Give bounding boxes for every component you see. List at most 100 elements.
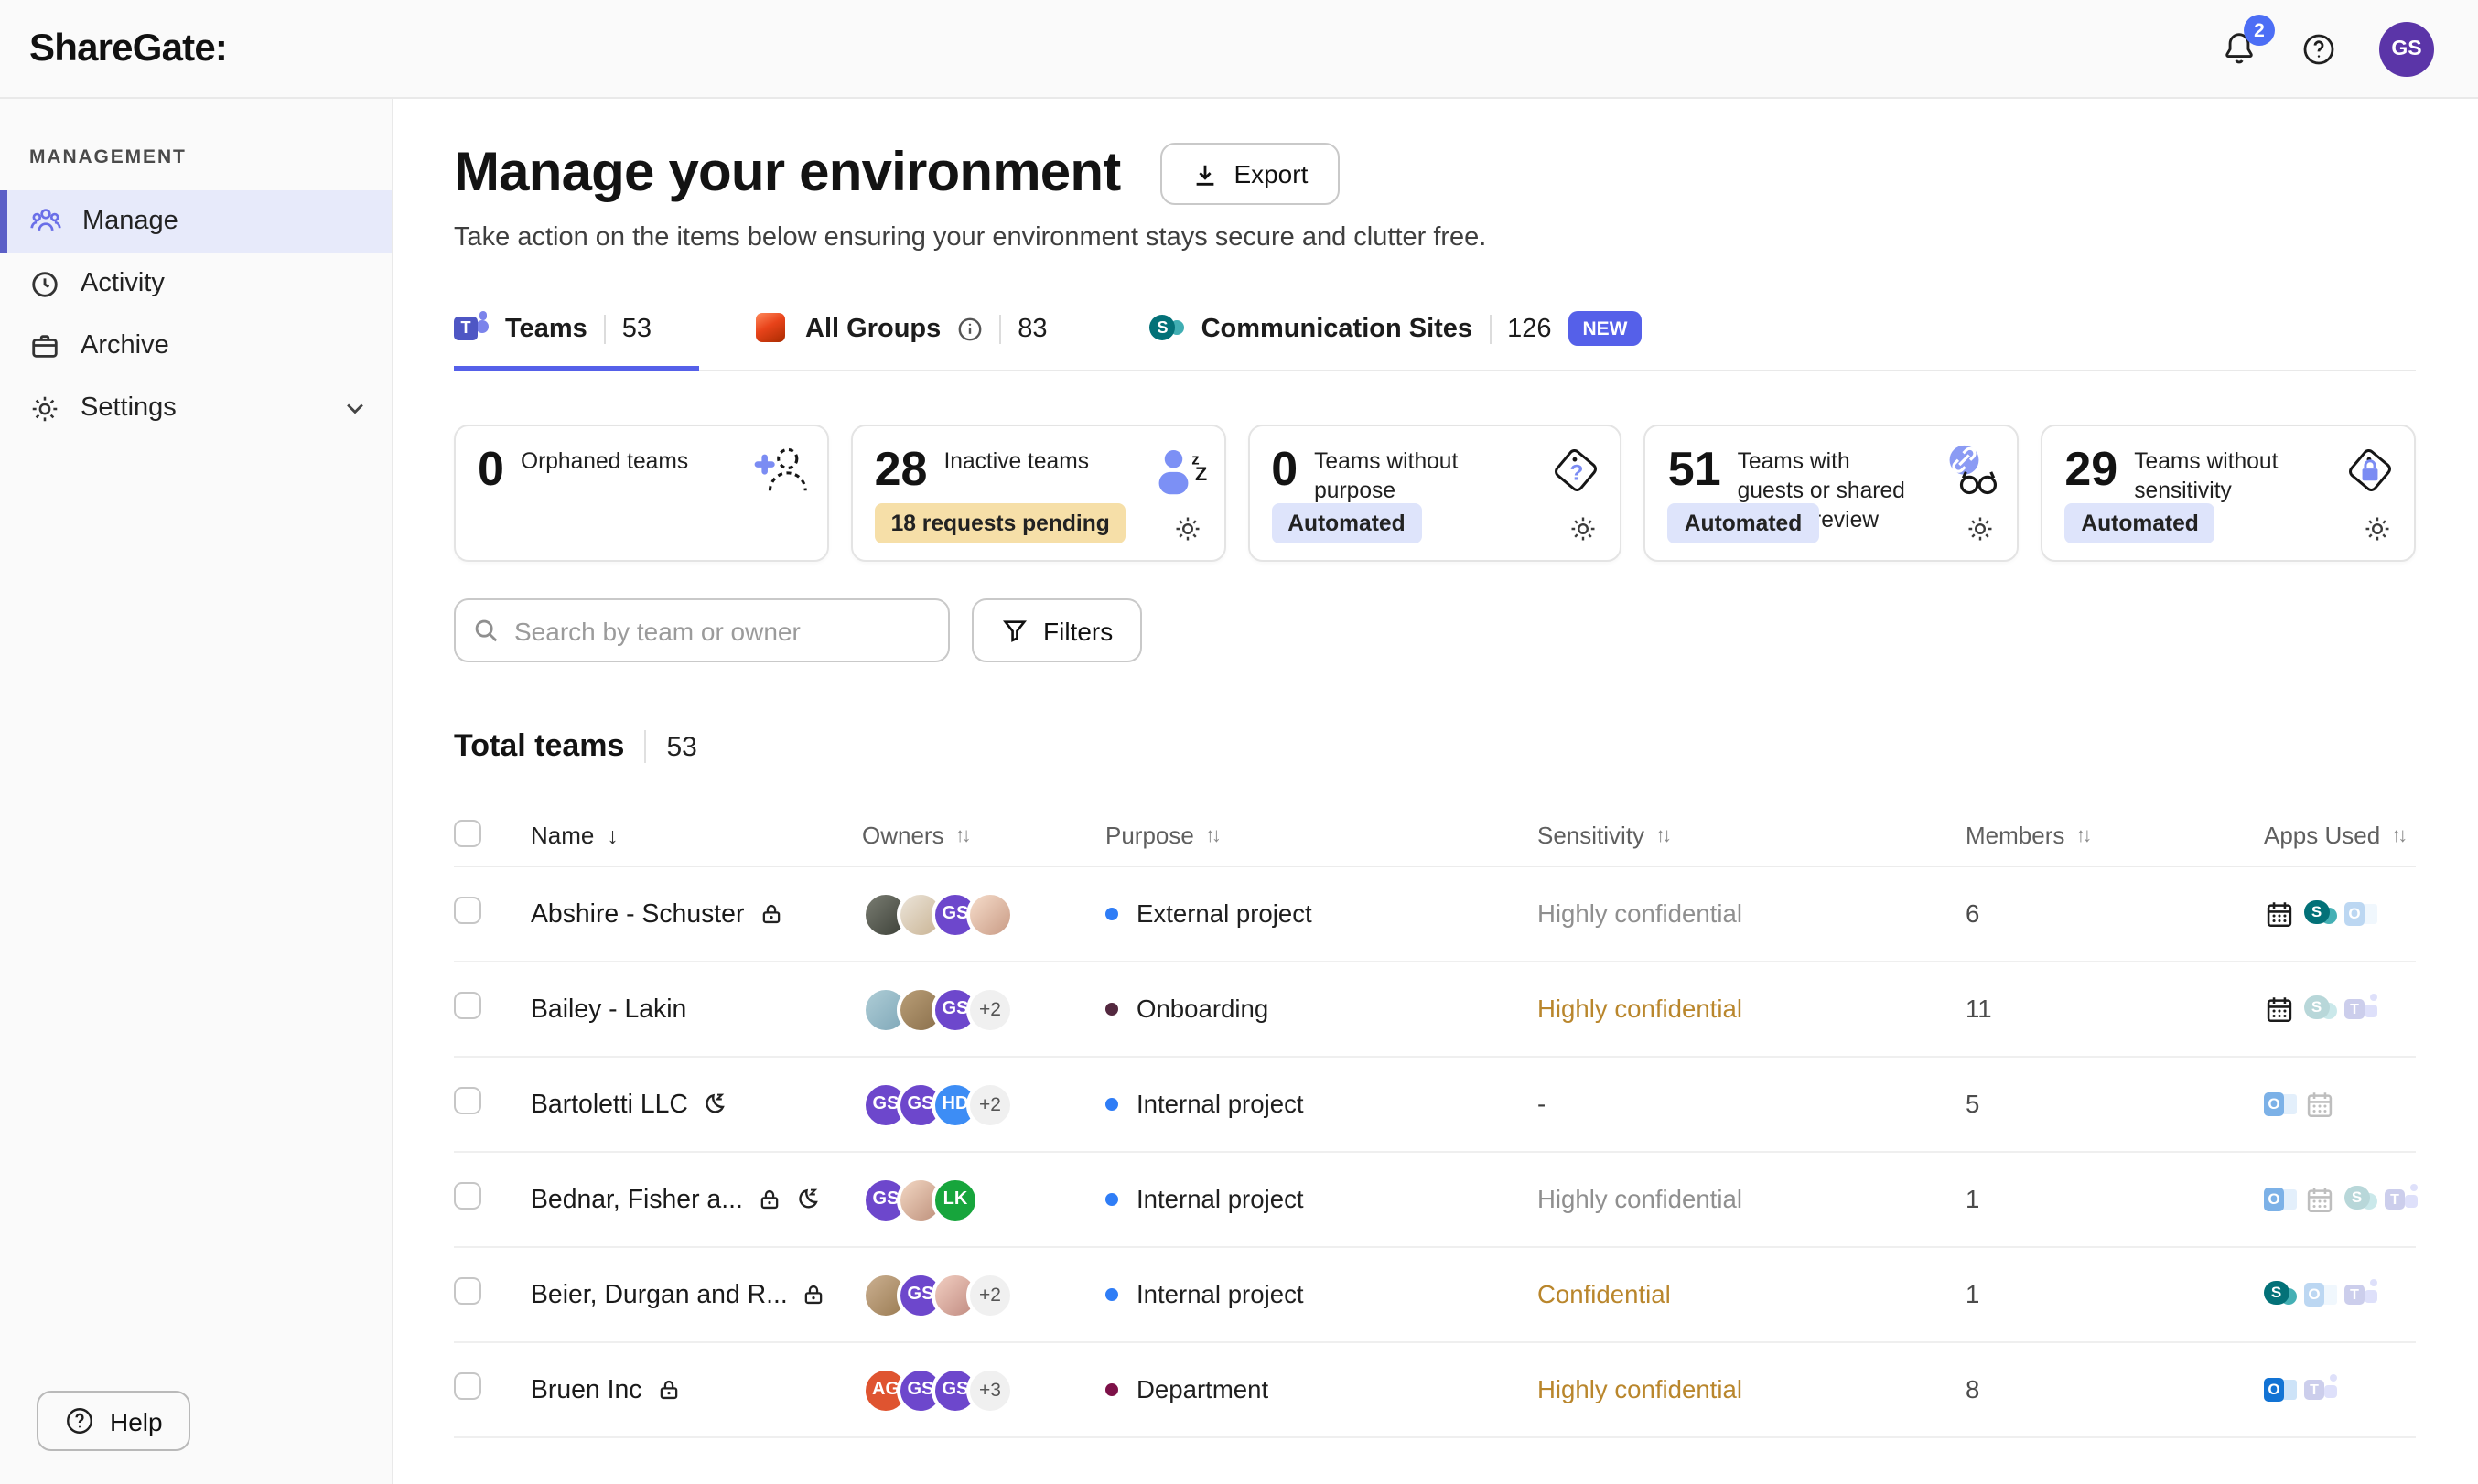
tab-bar: T Teams 53 All Groups 83 S Communication… xyxy=(454,311,2416,371)
owner-avatar: LK xyxy=(932,1176,979,1223)
row-checkbox[interactable] xyxy=(454,1086,481,1113)
select-all-checkbox[interactable] xyxy=(454,819,481,846)
stat-value: 29 xyxy=(2064,445,2117,507)
owners-cell: GS+2 xyxy=(862,1271,1105,1318)
sidebar-item-archive[interactable]: Archive xyxy=(0,315,392,377)
stat-card-teams-without-sensitivity[interactable]: 29 Teams without sensitivity Automated xyxy=(2041,425,2416,562)
purpose-dot xyxy=(1105,908,1118,920)
column-header-members[interactable]: Members ↑↓ xyxy=(1966,822,2264,849)
members-count: 11 xyxy=(1966,995,2264,1023)
export-button[interactable]: Export xyxy=(1160,143,1339,205)
table-row[interactable]: Abshire - SchusterGSExternal projectHigh… xyxy=(454,867,2416,962)
sidebar-item-activity[interactable]: Activity xyxy=(0,253,392,315)
stat-card-orphaned-teams[interactable]: 0 Orphaned teams xyxy=(454,425,829,562)
tab-teams[interactable]: T Teams 53 xyxy=(454,311,699,371)
search-box xyxy=(454,598,950,662)
calendar-icon xyxy=(2264,898,2297,930)
table-row[interactable]: Bailey - LakinGS+2OnboardingHighly confi… xyxy=(454,962,2416,1058)
search-icon xyxy=(472,617,500,644)
apps-used-cell: O xyxy=(2264,1088,2416,1121)
team-name: Bednar, Fisher a... xyxy=(531,1185,743,1214)
sidebar-item-manage[interactable]: Manage xyxy=(0,190,392,253)
info-icon[interactable] xyxy=(957,316,983,341)
purpose-label: Department xyxy=(1137,1376,1268,1403)
question-icon xyxy=(64,1405,95,1436)
apps-used-cell: OT xyxy=(2264,1373,2416,1406)
table-body: Abshire - SchusterGSExternal projectHigh… xyxy=(454,867,2416,1438)
gear-icon[interactable] xyxy=(2363,514,2392,543)
members-count: 8 xyxy=(1966,1376,2264,1403)
help-icon-button[interactable] xyxy=(2300,30,2337,67)
new-badge: NEW xyxy=(1568,311,1642,346)
row-checkbox[interactable] xyxy=(454,1371,481,1399)
row-checkbox[interactable] xyxy=(454,1181,481,1209)
stat-card-teams-without-purpose[interactable]: 0 Teams without purpose ? Automated xyxy=(1247,425,1622,562)
tab-count: 83 xyxy=(1018,314,1047,343)
row-checkbox[interactable] xyxy=(454,896,481,923)
gear-icon[interactable] xyxy=(1569,514,1599,543)
outlook-icon: O xyxy=(2264,1183,2297,1216)
purpose-dot xyxy=(1105,1383,1118,1396)
outlook-icon: O xyxy=(2304,1278,2337,1311)
user-avatar[interactable]: GS xyxy=(2379,21,2434,76)
table-row[interactable]: Beier, Durgan and R...GS+2Internal proje… xyxy=(454,1248,2416,1343)
sensitivity-label: - xyxy=(1537,1091,1966,1118)
divider xyxy=(604,314,606,343)
gear-icon[interactable] xyxy=(1172,514,1201,543)
table-row[interactable]: Bednar, Fisher a...GSLKInternal projectH… xyxy=(454,1153,2416,1248)
purpose-cell: External project xyxy=(1105,900,1537,928)
sharepoint-icon: S xyxy=(2304,898,2337,930)
sidebar-item-settings[interactable]: Settings xyxy=(0,377,392,439)
purpose-cell: Onboarding xyxy=(1105,995,1537,1023)
column-header-owners[interactable]: Owners ↑↓ xyxy=(862,822,1105,849)
row-checkbox[interactable] xyxy=(454,1276,481,1304)
column-header-purpose[interactable]: Purpose ↑↓ xyxy=(1105,822,1537,849)
row-checkbox[interactable] xyxy=(454,991,481,1018)
table-row[interactable]: Bruen IncAGGSGS+3DepartmentHighly confid… xyxy=(454,1343,2416,1438)
sharepoint-icon: S xyxy=(2344,1183,2377,1216)
purpose-label: Internal project xyxy=(1137,1186,1304,1213)
table-title: Total teams xyxy=(454,728,624,765)
column-header-name[interactable]: Name ↓ xyxy=(531,822,862,849)
column-header-apps-used[interactable]: Apps Used ↑↓ xyxy=(2264,822,2416,849)
owners-overflow: +2 xyxy=(966,1081,1014,1128)
teams-icon: T xyxy=(454,311,489,346)
search-input[interactable] xyxy=(454,598,950,662)
apps-used-cell: SO xyxy=(2264,898,2416,930)
apps-used-cell: ST xyxy=(2264,993,2416,1026)
stat-value: 0 xyxy=(1271,445,1298,507)
tab-count: 126 xyxy=(1507,314,1551,343)
tab-label: Communication Sites xyxy=(1201,314,1473,343)
stat-label: Teams without sensitivity xyxy=(2134,448,2313,507)
sort-icon: ↑↓ xyxy=(955,824,968,846)
calendar-icon xyxy=(2304,1183,2337,1216)
table-toolbar: Filters xyxy=(454,598,2416,662)
team-name: Beier, Durgan and R... xyxy=(531,1280,788,1309)
lock-icon xyxy=(803,1283,826,1307)
stat-card-guests-shared-links[interactable]: 51 Teams with guests or shared links to … xyxy=(1644,425,2020,562)
download-icon xyxy=(1191,160,1219,188)
filters-button[interactable]: Filters xyxy=(972,598,1142,662)
people-icon xyxy=(29,205,62,238)
lock-icon xyxy=(759,902,782,926)
sidebar-item-label: Manage xyxy=(82,207,178,236)
stat-label: Inactive teams xyxy=(943,448,1089,492)
teams-icon: T xyxy=(2304,1373,2337,1406)
orphaned-person-icon xyxy=(754,443,811,505)
column-header-sensitivity[interactable]: Sensitivity ↑↓ xyxy=(1537,822,1966,849)
office-icon xyxy=(754,311,789,346)
tab-all-groups[interactable]: All Groups 83 xyxy=(754,311,1095,371)
page-subtitle: Take action on the items below ensuring … xyxy=(454,223,2416,253)
notifications-button[interactable]: 2 xyxy=(2220,29,2258,68)
sensitivity-label: Highly confidential xyxy=(1537,995,1966,1023)
help-button[interactable]: Help xyxy=(37,1391,190,1451)
snooze-icon xyxy=(796,1188,820,1211)
main-content: Manage your environment Export Take acti… xyxy=(393,99,2478,1484)
sidebar: MANAGEMENT Manage Activity xyxy=(0,99,393,1484)
column-label: Name xyxy=(531,822,594,849)
teams-icon: T xyxy=(2344,993,2377,1026)
stat-card-inactive-teams[interactable]: 28 Inactive teams z Z 18 requests pendin… xyxy=(851,425,1226,562)
gear-icon[interactable] xyxy=(1966,514,1995,543)
tab-communication-sites[interactable]: S Communication Sites 126 NEW xyxy=(1150,311,1690,371)
table-row[interactable]: Bartoletti LLCGSGSHD+2Internal project-5… xyxy=(454,1058,2416,1153)
